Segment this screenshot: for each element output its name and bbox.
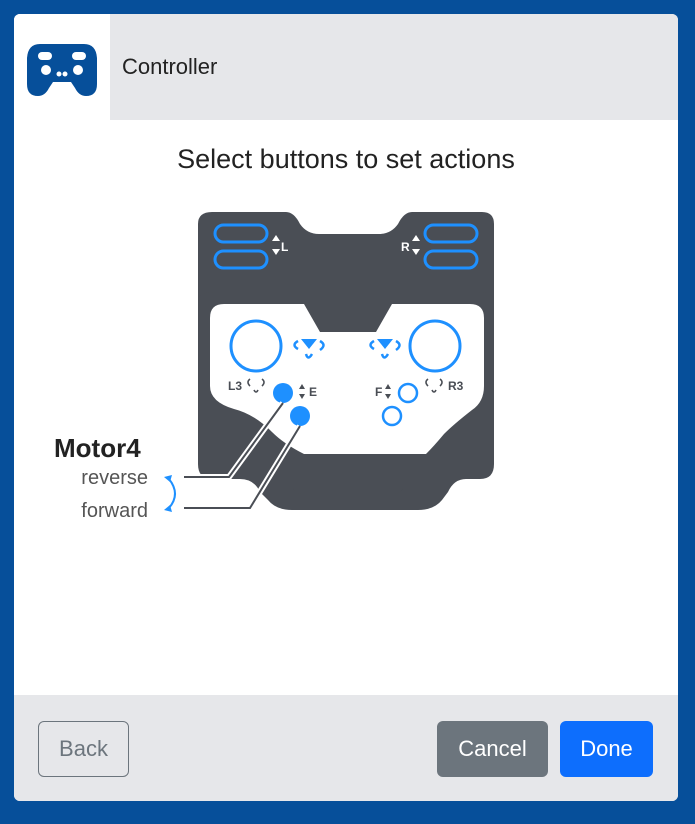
right-bumper-lower[interactable] bbox=[423, 249, 479, 270]
cancel-button[interactable]: Cancel bbox=[437, 721, 548, 777]
done-button[interactable]: Done bbox=[560, 721, 653, 777]
l3-label: L3 bbox=[228, 379, 242, 393]
left-joystick[interactable] bbox=[229, 319, 283, 373]
back-button[interactable]: Back bbox=[38, 721, 129, 777]
right-bumper-label: R bbox=[401, 240, 410, 254]
r3-label: R3 bbox=[448, 379, 464, 393]
motor-name: Motor4 bbox=[54, 433, 141, 463]
right-bumper-upper[interactable] bbox=[423, 223, 479, 244]
motor-reverse-label: reverse bbox=[81, 467, 148, 489]
f-button-label: F bbox=[375, 385, 382, 399]
f-button-up[interactable] bbox=[397, 382, 419, 404]
left-bumper-upper[interactable] bbox=[213, 223, 269, 244]
e-button-up[interactable] bbox=[273, 383, 293, 403]
motor-forward-label: forward bbox=[81, 500, 148, 522]
e-button-down[interactable] bbox=[290, 406, 310, 426]
f-button-down[interactable] bbox=[381, 405, 403, 427]
controller-dialog: Controller Select buttons to set actions… bbox=[14, 14, 678, 801]
right-joystick[interactable] bbox=[408, 319, 462, 373]
controller-grip-slot bbox=[292, 454, 404, 494]
dialog-footer: Back Cancel Done bbox=[14, 695, 678, 801]
e-button-label: E bbox=[309, 385, 317, 399]
left-bumper-label: L bbox=[281, 240, 288, 254]
controller-diagram: L R L3 R3 E F bbox=[164, 212, 494, 512]
left-bumper-lower[interactable] bbox=[213, 249, 269, 270]
direction-arrows-icon bbox=[164, 475, 176, 512]
